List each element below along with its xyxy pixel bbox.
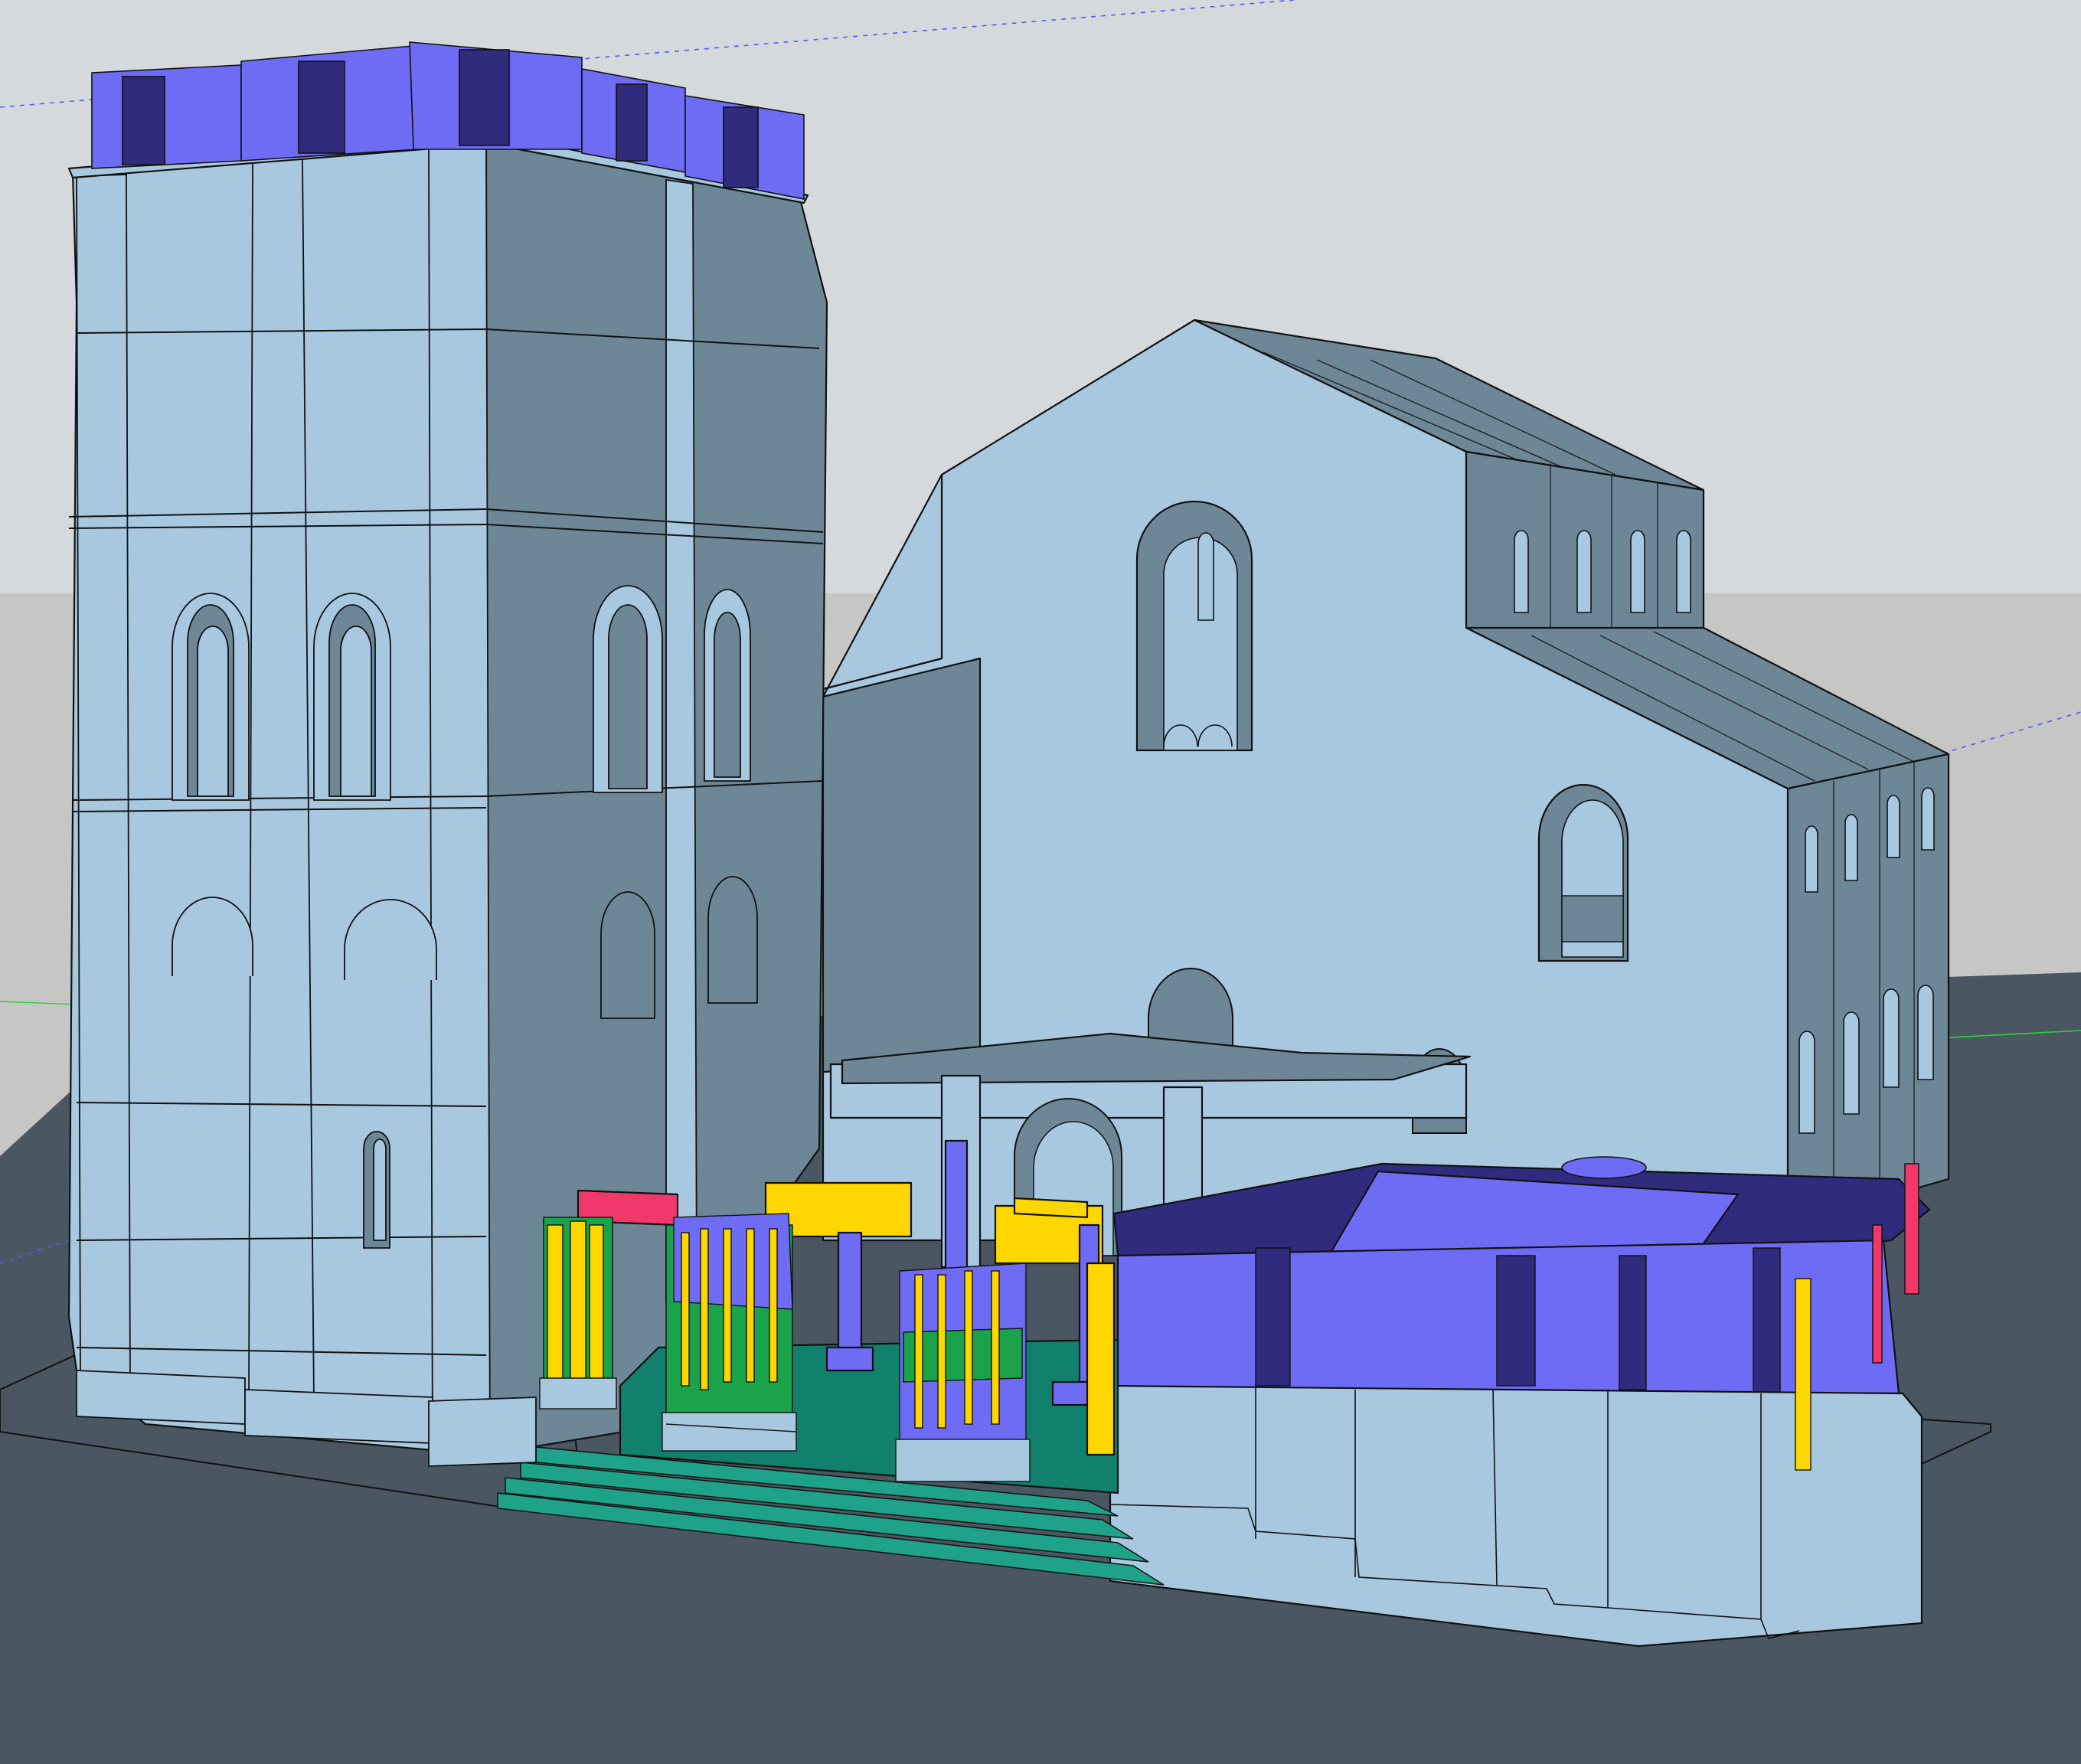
gable-upper-window (1135, 500, 1253, 752)
west-porch[interactable] (497, 1139, 1165, 1586)
porch-pier-yellow (1086, 1262, 1116, 1456)
porch-pier-left (539, 1217, 617, 1410)
porch-pier-center (662, 1213, 797, 1452)
sketchup-3d-viewport[interactable] (0, 0, 2081, 1764)
lintel-yellow (1013, 1197, 1089, 1219)
porch-violet-column (944, 1139, 969, 1288)
south-annex[interactable] (1109, 1156, 1931, 1648)
aisle-roof-left (822, 657, 982, 1073)
porch-violet-column (837, 1231, 863, 1357)
annex-oculus (1561, 1156, 1647, 1179)
annex-yellow-column (1795, 1278, 1811, 1471)
annex-pink-marker (1904, 1163, 1919, 1295)
porch-pier-right (895, 1263, 1031, 1482)
annex-pink-marker (1872, 1224, 1883, 1364)
porch-column-base (825, 1346, 874, 1372)
gable-lower-window (1537, 783, 1629, 962)
